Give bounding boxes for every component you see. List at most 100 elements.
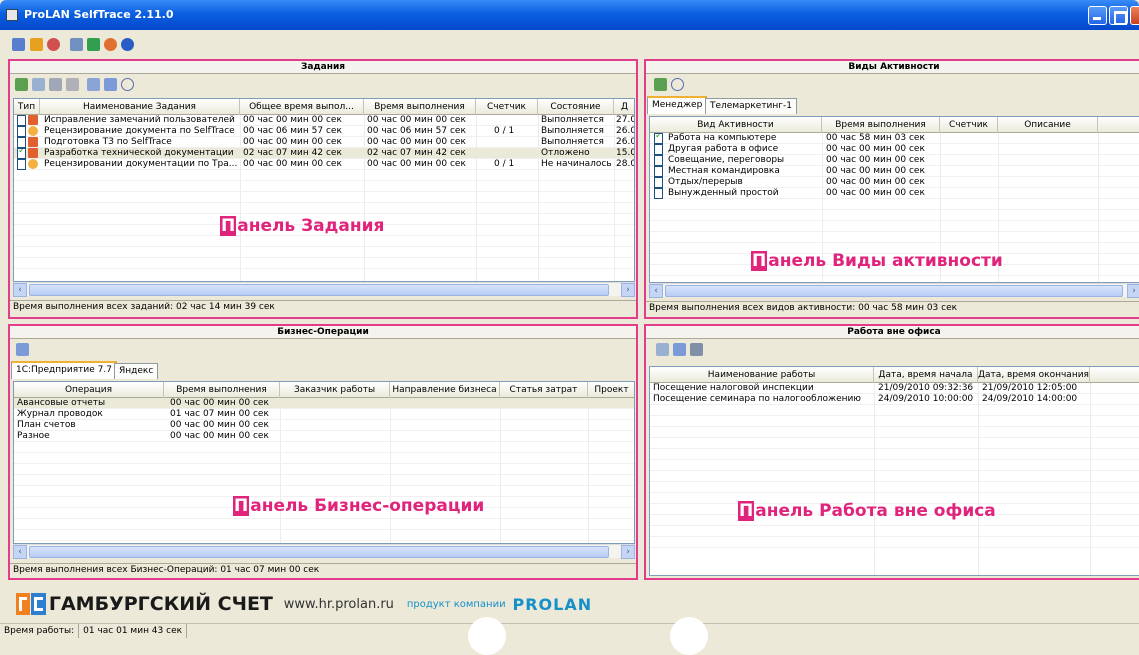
user-icon[interactable] [104, 38, 117, 51]
empty-row [650, 232, 1139, 243]
table-row[interactable]: Рецензирование документа по SelfTrace 00 … [14, 126, 634, 137]
task-checkbox[interactable] [17, 148, 26, 159]
delete-work-icon[interactable] [690, 343, 703, 356]
column-header[interactable]: Счетчик [940, 117, 998, 133]
operations-icon[interactable] [16, 343, 29, 356]
table-row[interactable]: Разработка технической документации 02 ча… [14, 148, 634, 159]
column-header[interactable]: Направление бизнеса [390, 382, 500, 398]
column-header[interactable]: Вид Активности [650, 117, 822, 133]
title-bar[interactable]: ProLAN SelfTrace 2.11.0 [0, 0, 1139, 30]
minimize-button[interactable] [1088, 6, 1107, 25]
activity-checkbox[interactable] [654, 144, 663, 155]
search-icon[interactable] [671, 78, 684, 91]
column-header[interactable]: Описание [998, 117, 1098, 133]
percent-icon[interactable] [66, 78, 79, 91]
scroll-thumb[interactable] [29, 546, 609, 558]
tab-manager[interactable]: Менеджер [647, 96, 708, 114]
task-state: Выполняется [541, 137, 604, 147]
edit-work-icon[interactable] [673, 343, 686, 356]
scroll-right-button[interactable]: › [621, 283, 635, 297]
table-row[interactable]: Вынужденный простой 00 час 00 мин 00 сек [650, 188, 1139, 199]
activity-checkbox[interactable] [654, 177, 663, 188]
scroll-thumb[interactable] [29, 284, 609, 296]
maximize-button[interactable] [1109, 6, 1128, 25]
clock-icon [28, 159, 38, 169]
task-state: Не начиналось [541, 159, 612, 169]
table-row[interactable]: Посещение семинара по налогообложению 24/… [650, 394, 1139, 405]
tab-1c[interactable]: 1С:Предприятие 7.7 [11, 361, 117, 379]
activity-checkbox[interactable] [654, 155, 663, 166]
column-header[interactable]: Наименование работы [650, 367, 874, 383]
activities-panel-header: Виды Активности [646, 61, 1139, 74]
column-header[interactable]: Д [614, 99, 634, 115]
connect-icon[interactable] [12, 38, 25, 51]
task-total-time: 00 час 00 мин 00 сек [243, 159, 342, 169]
table-row[interactable]: Исправление замечаний пользователей 00 ча… [14, 115, 634, 126]
table-row[interactable]: Другая работа в офисе 00 час 00 мин 00 се… [650, 144, 1139, 155]
table-row[interactable]: Работа на компьютере 00 час 58 мин 03 сек [650, 133, 1139, 144]
column-header[interactable]: Тип [14, 99, 40, 115]
column-header[interactable]: Общее время выпол... [240, 99, 364, 115]
table-row[interactable]: Рецензировании документации по Тра... 00 … [14, 159, 634, 170]
column-header[interactable]: Дата, время начала [874, 367, 978, 383]
business-scrollbar[interactable]: ‹ › [13, 544, 635, 559]
refresh-icon[interactable] [47, 38, 60, 51]
column-header[interactable]: Наименование Задания [40, 99, 240, 115]
close-button[interactable] [1130, 6, 1139, 25]
table-row[interactable]: Отдых/перерыв 00 час 00 мин 00 сек [650, 177, 1139, 188]
home-icon[interactable] [30, 38, 43, 51]
activities-scrollbar[interactable]: ‹ › [649, 283, 1139, 298]
scroll-right-button[interactable]: › [621, 545, 635, 559]
activity-time: 00 час 00 мин 00 сек [826, 188, 925, 198]
scroll-right-button[interactable]: › [1127, 284, 1139, 298]
table-row[interactable]: Местная командировка 00 час 00 мин 00 сек [650, 166, 1139, 177]
activity-checkbox[interactable] [654, 166, 663, 177]
scroll-left-button[interactable]: ‹ [13, 545, 27, 559]
task-checkbox[interactable] [17, 159, 26, 170]
scroll-left-button[interactable]: ‹ [649, 284, 663, 298]
column-header[interactable]: Статья затрат [500, 382, 588, 398]
table-row[interactable]: Подготовка ТЗ по SelfTrace 00 час 00 мин … [14, 137, 634, 148]
table-row[interactable]: План счетов 00 час 00 мин 00 сек [14, 420, 634, 431]
empty-row [650, 427, 1139, 438]
status-bar: Время работы: 01 час 01 мин 43 сек [0, 623, 1139, 638]
delete-task-icon[interactable] [49, 78, 62, 91]
edit-task-icon[interactable] [32, 78, 45, 91]
scroll-left-button[interactable]: ‹ [13, 283, 27, 297]
export-icon[interactable] [104, 78, 117, 91]
add-task-icon[interactable] [15, 78, 28, 91]
add-activity-icon[interactable] [654, 78, 667, 91]
table-row[interactable]: Авансовые отчеты 00 час 00 мин 00 сек [14, 398, 634, 409]
column-header[interactable]: Счетчик [476, 99, 538, 115]
column-header[interactable]: Состояние [538, 99, 614, 115]
task-checkbox[interactable] [17, 137, 26, 148]
column-header[interactable]: Заказчик работы [280, 382, 390, 398]
tab-telemarketing[interactable]: Телемаркетинг-1 [705, 98, 797, 114]
table-row[interactable]: Совещание, переговоры 00 час 00 мин 00 се… [650, 155, 1139, 166]
info-icon[interactable] [121, 38, 134, 51]
column-header[interactable]: Дата, время окончания [978, 367, 1090, 383]
column-header[interactable]: Операция [14, 382, 164, 398]
tasks-scrollbar[interactable]: ‹ › [13, 282, 635, 297]
task-checkbox[interactable] [17, 115, 26, 126]
column-header[interactable]: Проект [588, 382, 634, 398]
table-row[interactable]: Разное 00 час 00 мин 00 сек [14, 431, 634, 442]
column-header[interactable]: Время выполнения [164, 382, 280, 398]
search-icon[interactable] [121, 78, 134, 91]
task-date: 15.0 [616, 148, 635, 158]
settings-icon[interactable] [70, 38, 83, 51]
column-header[interactable]: Время выполнения [364, 99, 476, 115]
activity-checkbox[interactable] [654, 133, 663, 144]
table-row[interactable]: Посещение налоговой инспекции 21/09/2010 … [650, 383, 1139, 394]
excel-icon[interactable] [87, 38, 100, 51]
report-icon[interactable] [87, 78, 100, 91]
table-row[interactable]: Журнал проводок 01 час 07 мин 00 сек [14, 409, 634, 420]
logo-url[interactable]: www.hr.prolan.ru [284, 597, 394, 612]
empty-row [14, 236, 634, 247]
tab-yandex[interactable]: Яндекс [114, 363, 159, 379]
scroll-thumb[interactable] [665, 285, 1123, 297]
activity-checkbox[interactable] [654, 188, 663, 199]
column-header[interactable]: Время выполнения [822, 117, 940, 133]
task-checkbox[interactable] [17, 126, 26, 137]
add-work-icon[interactable] [656, 343, 669, 356]
